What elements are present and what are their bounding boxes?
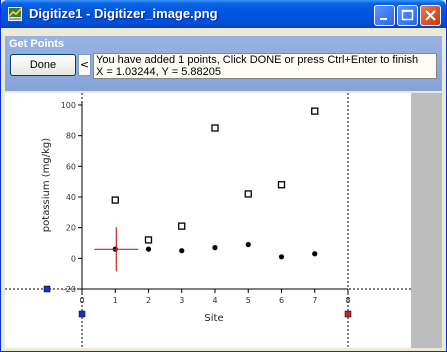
x-tick-label: 3 — [179, 296, 184, 305]
digitizer-window: Digitize1 - Digitizer_image.png Get Poin… — [0, 0, 447, 352]
data-point-circle — [245, 241, 251, 248]
right-scroll-gutter[interactable] — [411, 93, 442, 348]
x-axis-title: Site — [204, 313, 223, 324]
done-button[interactable]: Done — [10, 54, 76, 76]
y-tick-label: 100 — [61, 101, 76, 110]
title-bar[interactable]: Digitize1 - Digitizer_image.png — [1, 0, 446, 28]
window-title: Digitize1 - Digitizer_image.png — [29, 6, 218, 21]
y-tick-label: 80 — [66, 132, 76, 141]
data-point-square — [311, 107, 319, 115]
y-tick-label: 60 — [66, 162, 76, 171]
digitizer-canvas[interactable]: 100 80 60 40 20 0 -20 0 1 2 3 4 5 6 7 8 Site potassium (m… — [5, 93, 442, 348]
data-point-circle — [312, 251, 318, 257]
x8-calibration-handle — [344, 310, 352, 318]
data-point-square — [244, 190, 252, 198]
maximize-icon — [401, 9, 414, 21]
x-tick-label: 4 — [212, 296, 217, 305]
y-tick-label: 0 — [71, 254, 76, 263]
x-tick-label: 5 — [246, 296, 251, 305]
digitizer-app-icon — [7, 6, 23, 22]
y-tick-label: 20 — [66, 224, 76, 233]
minimize-icon — [380, 18, 387, 20]
data-point-square — [111, 196, 119, 204]
maximize-button[interactable] — [397, 5, 418, 26]
data-point-square — [144, 236, 153, 244]
data-point-square — [211, 124, 219, 132]
x-tick-label: 1 — [113, 296, 118, 305]
data-point-square — [178, 222, 186, 230]
x-tick-label: 6 — [279, 296, 284, 305]
close-button[interactable] — [420, 5, 441, 26]
data-point-circle — [278, 254, 285, 260]
chart-svg[interactable]: 100806040200-200 1 2 3 4 5 6 7 8Sitepotassium (m… — [5, 93, 411, 348]
data-point-square — [277, 181, 286, 189]
panel-title: Get Points — [9, 38, 65, 50]
y-axis-title: potassium (mg/kg) — [41, 138, 52, 232]
y-tick-label: 40 — [66, 193, 76, 202]
data-point-circle — [179, 248, 185, 254]
x0-calibration-handle — [78, 310, 86, 318]
status-message-line1: You have added 1 points, Click DONE or p… — [96, 54, 419, 66]
x-tick-label: 7 — [312, 296, 317, 305]
data-point-circle — [145, 246, 152, 252]
y-calibration-handle — [43, 285, 51, 293]
status-message: You have added 1 points, Click DONE or p… — [93, 53, 437, 79]
status-message-line2: X = 1.03244, Y = 5.88205 — [96, 66, 221, 78]
x-tick-label: 2 — [146, 296, 151, 305]
get-points-panel: Get Points Done < You have added 1 point… — [5, 36, 442, 91]
collapse-button[interactable]: < — [78, 54, 91, 76]
close-icon — [425, 10, 436, 21]
minimize-button[interactable] — [374, 5, 395, 26]
data-point-circle — [212, 245, 218, 251]
